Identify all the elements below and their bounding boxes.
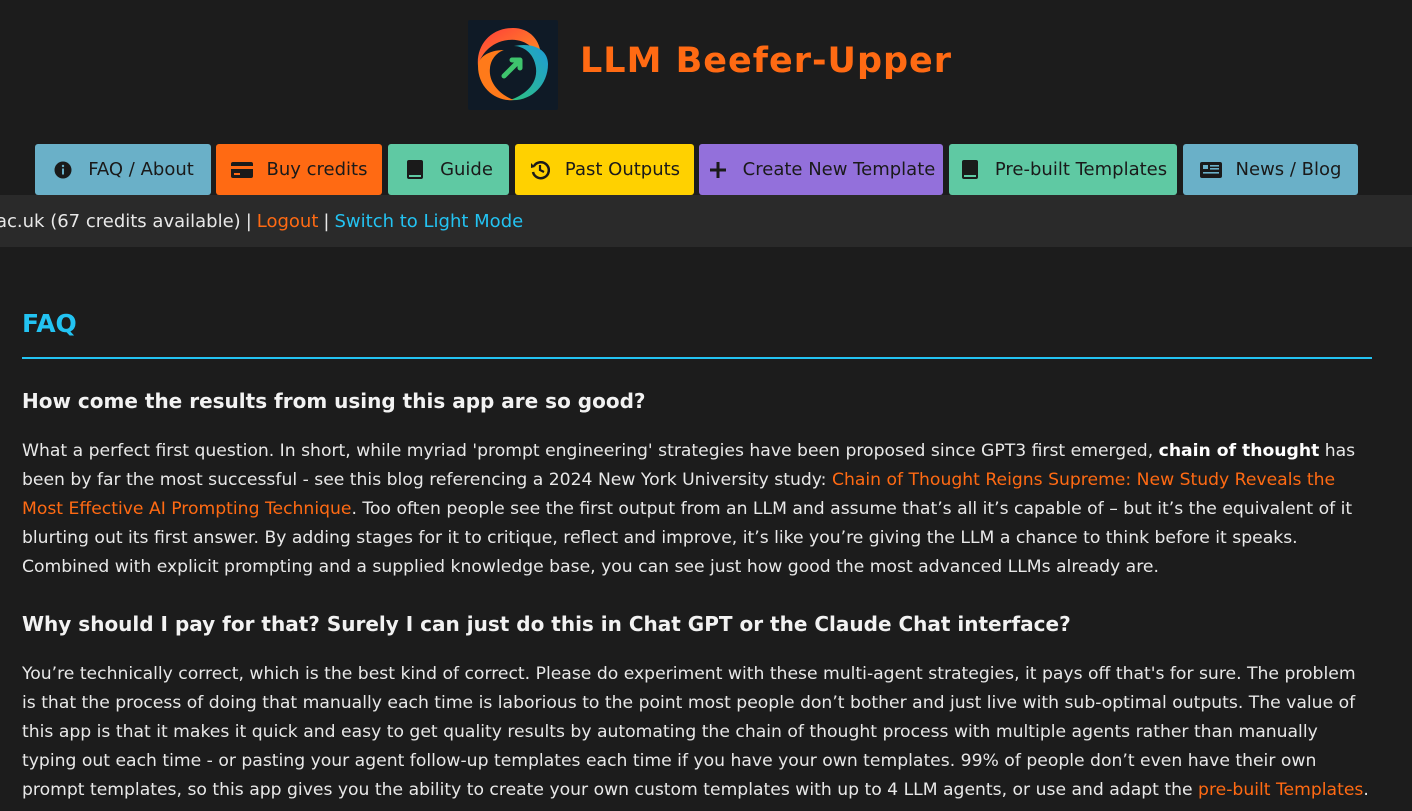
separator: | bbox=[245, 210, 252, 232]
nav-past-outputs-button[interactable]: Past Outputs bbox=[515, 144, 694, 195]
account-credits-text: ac.uk (67 credits available) bbox=[0, 210, 241, 232]
info-icon bbox=[52, 159, 74, 181]
nav-label: Pre-built Templates bbox=[994, 159, 1168, 180]
nav-create-new-template-button[interactable]: Create New Template bbox=[699, 144, 943, 195]
answer-text: . bbox=[1363, 780, 1369, 800]
pre-built-templates-link[interactable]: pre-built Templates bbox=[1198, 780, 1363, 800]
book-icon bbox=[404, 159, 426, 181]
nav-label: Past Outputs bbox=[564, 159, 681, 180]
nav-guide-button[interactable]: Guide bbox=[388, 144, 509, 195]
logout-link[interactable]: Logout bbox=[257, 211, 319, 232]
nav-pre-built-templates-button[interactable]: Pre-built Templates bbox=[949, 144, 1177, 195]
nav-label: FAQ / About bbox=[88, 159, 194, 180]
nav-news-blog-button[interactable]: News / Blog bbox=[1183, 144, 1358, 195]
nav-buy-credits-button[interactable]: Buy credits bbox=[216, 144, 382, 195]
faq-question-2: Why should I pay for that? Surely I can … bbox=[22, 612, 1071, 636]
faq-answer-1: What a perfect first question. In short,… bbox=[22, 437, 1372, 582]
faq-content: FAQ How come the results from using this… bbox=[22, 247, 1372, 805]
logo-swirl-icon bbox=[477, 28, 548, 101]
nav-label: News / Blog bbox=[1235, 159, 1342, 180]
site-header: LLM Beefer-Upper bbox=[0, 0, 1412, 130]
credit-card-icon bbox=[230, 159, 253, 181]
book-icon bbox=[959, 159, 981, 181]
separator: | bbox=[323, 210, 330, 232]
nav-label: Guide bbox=[440, 159, 493, 180]
answer-text: You’re technically correct, which is the… bbox=[22, 664, 1356, 800]
answer-bold-text: chain of thought bbox=[1158, 441, 1320, 461]
faq-answer-2: You’re technically correct, which is the… bbox=[22, 660, 1372, 805]
plus-icon bbox=[707, 159, 729, 181]
nav-faq-about-button[interactable]: FAQ / About bbox=[35, 144, 211, 195]
nav-label: Create New Template bbox=[742, 159, 936, 180]
brand-title: LLM Beefer-Upper bbox=[580, 41, 953, 81]
newspaper-icon bbox=[1199, 159, 1222, 181]
faq-question-1: How come the results from using this app… bbox=[22, 389, 646, 413]
logo[interactable] bbox=[468, 20, 558, 110]
history-icon bbox=[529, 159, 551, 181]
main-nav: FAQ / About Buy credits Guide Past Outpu… bbox=[0, 144, 1412, 195]
faq-heading: FAQ bbox=[22, 309, 77, 338]
answer-text: What a perfect first question. In short,… bbox=[22, 441, 1159, 461]
account-status-bar: ac.uk (67 credits available) | Logout | … bbox=[0, 195, 1412, 247]
faq-divider bbox=[22, 357, 1372, 359]
nav-label: Buy credits bbox=[266, 159, 368, 180]
switch-light-mode-link[interactable]: Switch to Light Mode bbox=[334, 211, 523, 232]
